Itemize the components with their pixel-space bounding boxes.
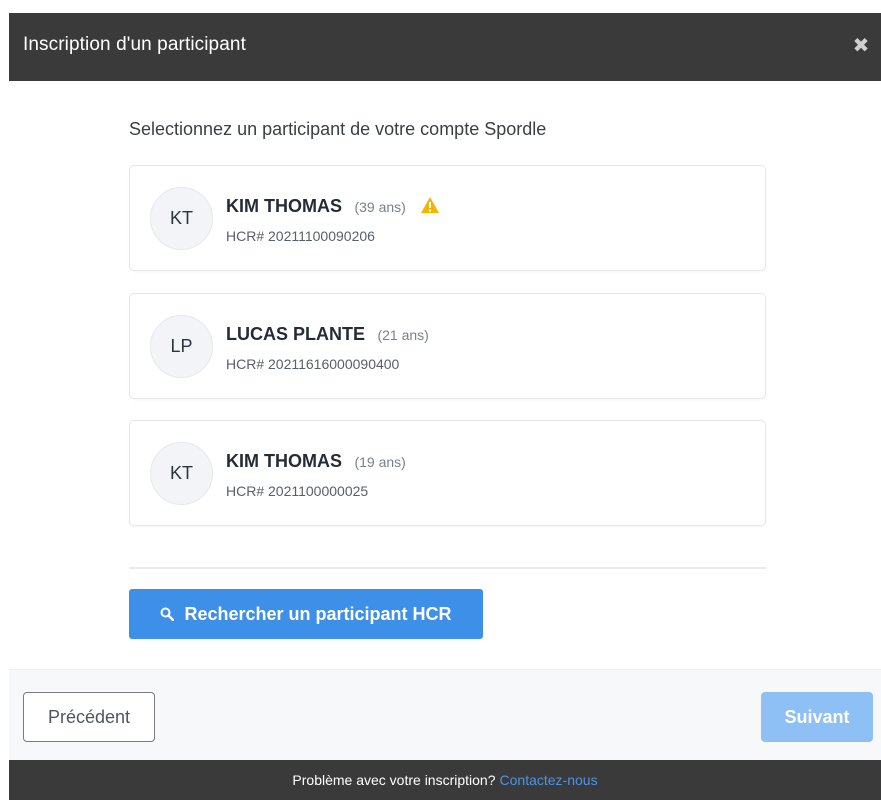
search-button-label: Rechercher un participant HCR: [184, 603, 452, 624]
close-icon[interactable]: ✖: [849, 34, 873, 58]
participant-card[interactable]: KT KIM THOMAS (39 ans) HCR# 202111000902…: [129, 165, 766, 271]
participant-card[interactable]: KT KIM THOMAS (19 ans) HCR# 202110000002…: [129, 420, 766, 526]
next-button[interactable]: Suivant: [761, 692, 873, 742]
modal-header: Inscription d'un participant ✖: [9, 13, 881, 81]
support-bar: Problème avec votre inscription? Contact…: [9, 760, 881, 800]
participant-hcr: HCR# 2021100000025: [226, 483, 369, 499]
support-text: Problème avec votre inscription?: [292, 772, 496, 788]
participant-hcr: HCR# 20211616000090400: [226, 356, 400, 372]
participant-name-row: KIM THOMAS (19 ans): [226, 451, 406, 472]
participant-age: (39 ans): [354, 199, 406, 215]
participant-name: LUCAS PLANTE: [226, 324, 365, 344]
participant-card[interactable]: LP LUCAS PLANTE (21 ans) HCR# 2021161600…: [129, 293, 766, 399]
section-title: Selectionnez un participant de votre com…: [129, 119, 547, 139]
warning-icon: [420, 196, 440, 219]
participant-name: KIM THOMAS: [226, 451, 342, 471]
divider: [129, 567, 766, 569]
contact-link[interactable]: Contactez-nous: [500, 772, 598, 788]
modal-footer: Précédent Suivant: [9, 669, 881, 760]
participant-age: (19 ans): [354, 454, 406, 470]
search-icon: [160, 607, 175, 621]
avatar: LP: [150, 315, 213, 378]
modal-body: Selectionnez un participant de votre com…: [9, 81, 881, 669]
participant-name: KIM THOMAS: [226, 196, 342, 216]
participant-age: (21 ans): [377, 327, 429, 343]
participant-hcr: HCR# 20211100090206: [226, 228, 375, 244]
modal-title: Inscription d'un participant: [23, 34, 246, 55]
participant-name-row: LUCAS PLANTE (21 ans): [226, 324, 429, 345]
search-participant-button[interactable]: Rechercher un participant HCR: [129, 589, 483, 639]
avatar: KT: [150, 442, 213, 505]
avatar: KT: [150, 187, 213, 250]
participant-name-row: KIM THOMAS (39 ans): [226, 196, 440, 219]
previous-button[interactable]: Précédent: [23, 692, 155, 742]
